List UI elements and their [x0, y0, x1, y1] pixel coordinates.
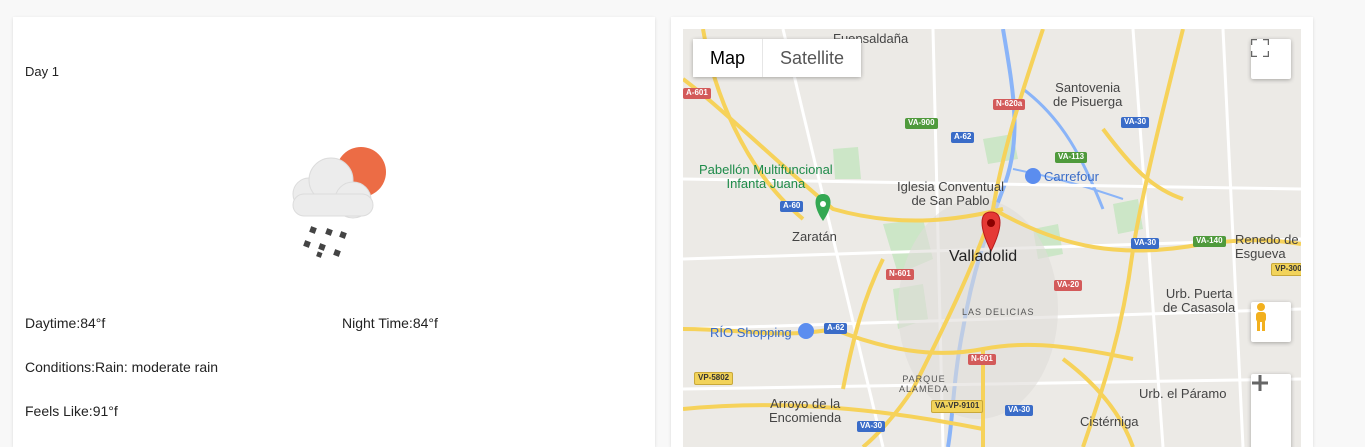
- road-shield-a62-bottom: A-62: [824, 323, 848, 334]
- road-shield-n620a: N-620a: [993, 99, 1026, 110]
- map-label-renedo: Renedo de Esgueva: [1235, 232, 1299, 262]
- weather-card: Day 1 Daytime:84°f Night Time:84°f Condi…: [13, 17, 655, 447]
- conditions-label: Conditions:: [25, 359, 96, 375]
- day-title: Day 1: [25, 64, 59, 79]
- map-label-carrefour: Carrefour: [1044, 169, 1099, 184]
- conditions-value: Rain: moderate rain: [95, 359, 218, 375]
- road-shield-va113: VA-113: [1055, 152, 1088, 163]
- rain-sun-icon: [279, 142, 399, 272]
- road-shield-vp300: VP-300: [1271, 263, 1301, 276]
- night-label: Night Time:: [342, 315, 413, 331]
- map-label-iglesia: Iglesia Conventual de San Pablo: [897, 179, 1004, 209]
- daytime-value: 84°f: [80, 315, 106, 331]
- fullscreen-icon: [1251, 39, 1269, 57]
- map-type-map-button[interactable]: Map: [693, 39, 763, 77]
- fullscreen-button[interactable]: [1251, 39, 1291, 79]
- road-shield-va140: VA-140: [1193, 236, 1226, 247]
- feels-label: Feels Like:: [25, 403, 93, 419]
- daytime-label: Daytime:: [25, 315, 81, 331]
- night-value: 84°f: [412, 315, 438, 331]
- feels-value: 91°f: [92, 403, 118, 419]
- map-label-parque: PARQUE ALAMEDA: [899, 374, 950, 394]
- road-shield-n601-bottom: N-601: [968, 354, 996, 365]
- road-shield-a601: A-601: [683, 88, 711, 99]
- map-type-satellite-button[interactable]: Satellite: [763, 39, 862, 77]
- map-label-paramo: Urb. el Páramo: [1139, 386, 1227, 401]
- daytime-row: Daytime:84°f: [25, 315, 105, 331]
- map-label-arroyo: Arroyo de la Encomienda: [769, 396, 842, 426]
- conditions-row: Conditions:Rain: moderate rain: [25, 359, 218, 375]
- map-label-pabellon: Pabellón Multifuncional Infanta Juana: [699, 162, 833, 192]
- road-shield-va30-mid: VA-30: [1131, 238, 1160, 249]
- road-shield-va20: VA-20: [1054, 280, 1083, 291]
- zoom-control: [1251, 374, 1291, 447]
- map-label-zaratan: Zaratán: [792, 229, 837, 244]
- map-card: Fuensaldaña Santovenia de Pisuerga Pabel…: [671, 17, 1313, 447]
- map-view[interactable]: Fuensaldaña Santovenia de Pisuerga Pabel…: [683, 29, 1301, 447]
- pegman-icon: [1256, 303, 1266, 331]
- road-shield-vavp9101: VA-VP-9101: [931, 400, 984, 413]
- map-label-santovenia: Santovenia de Pisuerga: [1053, 80, 1123, 110]
- map-type-control: Map Satellite: [693, 39, 862, 77]
- road-shield-a60: A-60: [780, 201, 804, 212]
- street-view-button[interactable]: [1251, 302, 1291, 342]
- minus-icon: [1252, 381, 1268, 385]
- road-shield-va30-bottom: VA-30: [1005, 405, 1034, 416]
- road-shield-n601-top: N-601: [886, 269, 914, 280]
- feels-row: Feels Like:91°f: [25, 403, 118, 419]
- road-shield-vp5802: VP-5802: [694, 372, 734, 385]
- road-shield-va900: VA-900: [905, 118, 938, 129]
- road-shield-va30-top: VA-30: [1121, 117, 1150, 128]
- road-shield-a62-top: A-62: [951, 132, 975, 143]
- map-label-cisterniga: Cistérniga: [1080, 414, 1139, 429]
- map-label-delicias: LAS DELICIAS: [962, 307, 1035, 317]
- map-label-urb-puerta: Urb. Puerta de Casasola: [1163, 286, 1236, 316]
- road-shield-va30-low: VA-30: [857, 421, 886, 432]
- map-label-valladolid: Valladolid: [949, 248, 1018, 265]
- night-row: Night Time:84°f: [342, 315, 438, 331]
- map-label-rio: RÍO Shopping: [710, 325, 792, 340]
